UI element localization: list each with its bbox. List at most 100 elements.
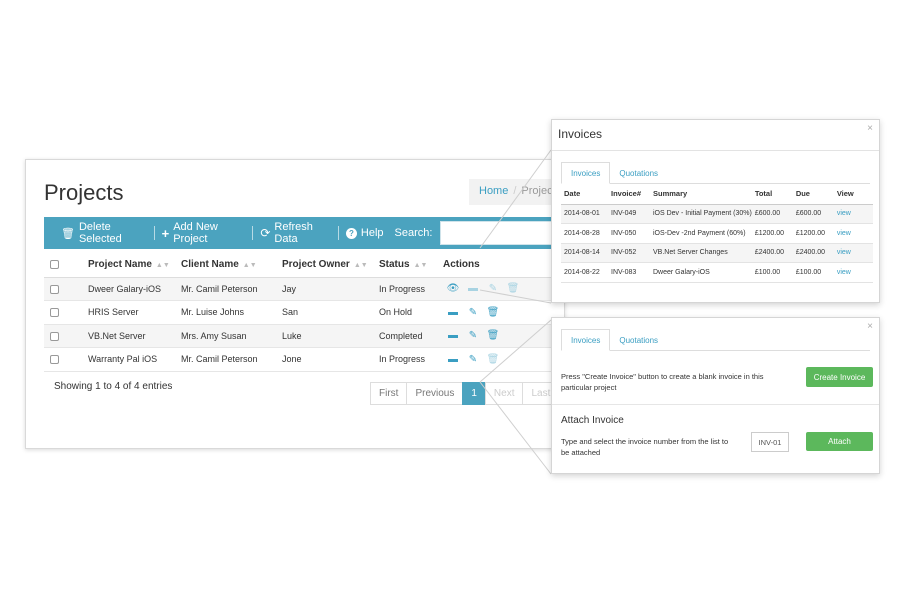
col-actions: Actions (437, 253, 566, 278)
attach-invoice-heading: Attach Invoice (561, 415, 624, 426)
popup-header-divider (552, 150, 879, 151)
eye-icon[interactable]: 👁 (443, 283, 463, 294)
row-checkbox[interactable] (50, 308, 59, 318)
document-icon[interactable]: ▬ (443, 307, 463, 318)
tab-invoices[interactable]: Invoices (561, 162, 611, 184)
invoice-number-input[interactable]: INV-01 (751, 432, 789, 452)
project-owner-cell: Jay (276, 277, 373, 301)
pencil-icon[interactable]: ✎ (463, 330, 483, 341)
col-project-owner[interactable]: Project Owner ▲▼ (276, 253, 373, 278)
col-view: View (833, 184, 873, 205)
summary-cell: iOS-Dev -2nd Payment (60%) (650, 223, 752, 244)
table-row: 2014-08-28 INV-050 iOS-Dev -2nd Payment … (561, 223, 873, 244)
table-row: 2014-08-14 INV-052 VB.Net Server Changes… (561, 243, 873, 263)
pencil-icon[interactable]: ✎ (463, 307, 483, 318)
row-checkbox[interactable] (50, 284, 59, 294)
projects-panel: Projects Home / Project 🗑 Delete Selected … (25, 159, 569, 449)
col-client-name[interactable]: Client Name ▲▼ (175, 253, 276, 278)
row-checkbox[interactable] (50, 331, 59, 341)
actions-cell: 👁 ▬ ✎ 🗑 (437, 277, 566, 301)
invoices-popup-title: Invoices (558, 127, 603, 141)
summary-cell: iOS Dev - Initial Payment (30%) (650, 204, 752, 224)
col-summary: Summary (650, 184, 752, 205)
table-row: 2014-08-01 INV-049 iOS Dev - Initial Pay… (561, 204, 873, 224)
pagination-page-1[interactable]: 1 (462, 382, 486, 405)
refresh-icon: ⟳ (260, 226, 271, 240)
view-link[interactable]: view (833, 243, 873, 263)
status-cell: In Progress (373, 277, 437, 301)
trash-icon[interactable]: 🗑 (483, 307, 503, 318)
client-name-cell: Mr. Camil Peterson (175, 347, 276, 372)
col-project-name[interactable]: Project Name ▲▼ (82, 253, 175, 278)
invoice-number-cell: INV-049 (608, 204, 650, 224)
view-link[interactable]: view (833, 204, 873, 224)
pencil-icon[interactable]: ✎ (463, 354, 483, 365)
project-name-cell: VB.Net Server (82, 324, 175, 348)
attach-button[interactable]: Attach (806, 432, 873, 451)
client-name-cell: Mr. Luise Johns (175, 300, 276, 325)
help-button[interactable]: ? Help (339, 226, 391, 240)
project-owner-cell: San (276, 300, 373, 325)
col-actions-label: Actions (443, 259, 480, 271)
pagination-next[interactable]: Next (484, 382, 524, 405)
search-label: Search: (394, 227, 433, 239)
col-project-owner-label: Project Owner (282, 259, 350, 271)
trash-icon[interactable]: 🗑 (503, 283, 523, 294)
status-cell: Completed (373, 324, 437, 348)
create-invoice-instructions: Press "Create Invoice" button to create … (561, 372, 764, 392)
search-input[interactable] (440, 221, 566, 245)
projects-table: Project Name ▲▼ Client Name ▲▼ Project Own… (44, 253, 566, 372)
create-invoice-button[interactable]: Create Invoice (806, 367, 873, 387)
create-invoice-popup: × Invoices Quotations Press "Create Invo… (551, 317, 880, 474)
pagination-previous[interactable]: Previous (406, 382, 464, 405)
view-link[interactable]: view (833, 262, 873, 283)
trash-icon[interactable]: 🗑 (483, 354, 503, 365)
status-cell: In Progress (373, 347, 437, 372)
col-status[interactable]: Status ▲▼ (373, 253, 437, 278)
help-label: Help (360, 227, 384, 239)
total-cell: £600.00 (751, 204, 793, 224)
create-popup-tabs: Invoices Quotations (561, 329, 667, 351)
tab-quotations[interactable]: Quotations (610, 329, 667, 351)
table-row: VB.Net Server Mrs. Amy Susan Luke Comple… (44, 324, 566, 348)
project-owner-cell: Luke (276, 324, 373, 348)
row-checkbox[interactable] (50, 355, 59, 365)
refresh-data-button[interactable]: ⟳ Refresh Data (253, 221, 339, 245)
attach-invoice-instructions: Type and select the invoice number from … (561, 437, 729, 457)
projects-toolbar: 🗑 Delete Selected + Add New Project ⟳ Re… (44, 217, 566, 249)
due-cell: £600.00 (792, 204, 834, 224)
close-icon[interactable]: × (867, 123, 873, 134)
pencil-icon[interactable]: ✎ (483, 283, 503, 294)
document-icon[interactable]: ▬ (443, 354, 463, 365)
plus-icon: + (161, 225, 170, 241)
row-select-cell (44, 324, 82, 348)
tab-quotations[interactable]: Quotations (610, 162, 667, 184)
actions-cell: ▬ ✎ 🗑 (437, 324, 566, 348)
pagination-first[interactable]: First (370, 382, 408, 405)
delete-selected-button[interactable]: 🗑 Delete Selected (54, 221, 155, 245)
breadcrumb-home-link[interactable]: Home (479, 185, 508, 197)
client-name-cell: Mrs. Amy Susan (175, 324, 276, 348)
project-name-cell: Dweer Galary-iOS (82, 277, 175, 301)
tab-invoices[interactable]: Invoices (561, 329, 611, 351)
trash-icon[interactable]: 🗑 (483, 330, 503, 341)
col-status-label: Status (379, 259, 410, 271)
date-cell: 2014-08-28 (561, 223, 608, 244)
document-icon[interactable]: ▬ (463, 283, 483, 294)
row-select-cell (44, 300, 82, 325)
project-name-cell: HRIS Server (82, 300, 175, 325)
due-cell: £1200.00 (792, 223, 834, 244)
actions-cell: ▬ ✎ 🗑 (437, 300, 566, 325)
document-icon[interactable]: ▬ (443, 330, 463, 341)
table-row: Dweer Galary-iOS Mr. Camil Peterson Jay … (44, 277, 566, 301)
date-cell: 2014-08-01 (561, 204, 608, 224)
view-link[interactable]: view (833, 223, 873, 244)
page-title: Projects (44, 180, 124, 205)
invoices-popup: Invoices × Invoices Quotations Date Invo… (551, 119, 880, 303)
select-all-checkbox[interactable] (50, 260, 59, 270)
add-new-project-button[interactable]: + Add New Project (155, 221, 254, 245)
actions-cell: ▬ ✎ 🗑 (437, 347, 566, 372)
delete-selected-label: Delete Selected (78, 221, 122, 245)
total-cell: £1200.00 (751, 223, 793, 244)
close-icon[interactable]: × (867, 321, 873, 332)
